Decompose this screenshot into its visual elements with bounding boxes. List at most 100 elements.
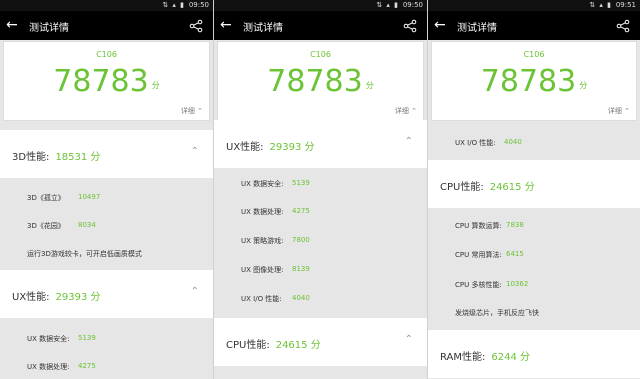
row-label: UX 数据处理: [241,208,284,216]
device-name: C106 [310,50,331,59]
detail-label: 详细 [607,107,622,115]
list-item: CPU 算数运算: 7838 [428,211,640,239]
chevron-up-icon: ⌃ [624,107,630,115]
list-item: 发烧级芯片，手机反应飞快 [428,298,640,326]
section-label: UX性能: [12,292,50,303]
row-value: 5139 [292,179,310,187]
status-time: 09:50 [188,1,209,9]
section-score: 6244 分 [491,352,531,363]
section-label: RAM性能: [440,352,486,363]
list-item: CPU 常用算法: 6415 [428,240,640,268]
chevron-up-icon: ⌃ [411,107,417,115]
pane-1: ⇅ ▴ ▮ 09:50 ← 测试详情 C106 78783 分 详细 ⌃ 3D性能… [0,0,213,379]
row-value: 4040 [292,294,310,302]
section-score: 24615 分 [275,340,321,351]
section-note: 运行3D游戏较卡，可开启低画质模式 [27,250,142,258]
app-bar: ← 测试详情 [214,11,427,40]
row-label: UX 数据安全: [241,180,284,188]
section-label: UX性能: [226,142,264,153]
section-score: 29393 分 [55,292,101,303]
row-value: 10362 [506,280,529,288]
status-icons: ⇅ ▴ ▮ [162,1,185,9]
list-item: UX I/O 性能: 4040 [428,128,640,156]
chevron-up-icon: ⌃ [404,136,413,147]
back-arrow-icon[interactable]: ← [6,17,18,33]
list-item: UX 图像处理: 8139 [214,255,427,283]
score-unit: 分 [365,81,374,90]
chevron-up-icon: ⌃ [190,146,199,157]
section-ram[interactable]: RAM性能: 6244 分 [428,330,640,378]
section-3d[interactable]: 3D性能: 18531 分 ⌃ [0,130,213,178]
row-value: 4040 [504,138,522,146]
status-time: 09:50 [402,1,423,9]
section-ux-label: UX性能: 29393 分 [226,138,315,153]
detail-toggle[interactable]: 详细 ⌃ [181,106,203,116]
screenshot-collage: ⇅ ▴ ▮ 09:50 ← 测试详情 C106 78783 分 详细 ⌃ 3D性能… [0,0,640,379]
row-value: 7838 [506,221,524,229]
section-ram-label: RAM性能: 6244 分 [440,348,530,363]
list-item: 3D《孤立》 10497 [0,183,213,211]
row-value: 4275 [78,362,96,370]
list-item: 3D《花园》 8034 [0,211,213,239]
section-cpu[interactable]: CPU性能: 24615 分 [428,160,640,208]
section-score: 18531 分 [55,152,101,163]
list-item: UX 数据处理: 4275 [0,352,213,379]
back-arrow-icon[interactable]: ← [220,17,232,33]
row-label: UX 策略游戏: [241,237,284,245]
row-label: CPU 算数运算: [455,222,502,230]
row-value: 8139 [292,265,310,273]
row-value: 6415 [506,250,524,258]
row-value: 7800 [292,236,310,244]
total-score-card: C106 78783 分 详细 ⌃ [217,41,424,121]
section-label: CPU性能: [440,182,484,193]
share-icon[interactable] [189,19,203,33]
list-item: UX 策略游戏: 7800 [214,226,427,254]
total-score: 78783 分 [218,64,423,99]
section-cpu[interactable]: CPU性能: 24615 分 ⌃ [214,318,427,366]
section-ux[interactable]: UX性能: 29393 分 ⌃ [0,270,213,318]
detail-toggle[interactable]: 详细 ⌃ [395,106,417,116]
detail-label: 详细 [394,107,409,115]
back-arrow-icon[interactable]: ← [434,17,446,33]
status-bar: ⇅ ▴ ▮ 09:50 [214,0,427,11]
detail-label: 详细 [180,107,195,115]
total-score: 78783 分 [4,64,209,99]
total-score-card: C106 78783 分 详细 ⌃ [3,41,210,121]
row-label: UX I/O 性能: [241,295,282,303]
pane-3: ⇅ ▴ ▮ 09:51 ← 测试详情 C106 78783 分 详细 ⌃ UX I… [427,0,640,379]
row-value: 5139 [78,334,96,342]
row-label: UX I/O 性能: [455,139,496,147]
score-unit: 分 [151,81,160,90]
score-unit: 分 [579,81,588,90]
page-title: 测试详情 [243,23,283,34]
pane-2: ⇅ ▴ ▮ 09:50 ← 测试详情 C106 78783 分 详细 ⌃ UX性能… [213,0,427,379]
status-bar: ⇅ ▴ ▮ 09:50 [0,0,213,11]
row-label: CPU 多核性能: [455,281,502,289]
total-score-value: 78783 [53,64,149,99]
section-3d-label: 3D性能: 18531 分 [12,148,100,163]
row-value: 4275 [292,207,310,215]
status-icons: ⇅ ▴ ▮ [589,1,612,9]
section-cpu-label: CPU性能: 24615 分 [440,178,535,193]
chevron-up-icon: ⌃ [404,334,413,345]
status-icons: ⇅ ▴ ▮ [376,1,399,9]
row-label: 3D《孤立》 [27,194,65,202]
status-time: 09:51 [615,1,636,9]
detail-toggle[interactable]: 详细 ⌃ [608,106,630,116]
list-item: CPU 多核性能: 10362 [428,270,640,298]
share-icon[interactable] [403,19,417,33]
total-score-value: 78783 [480,64,577,99]
section-ux[interactable]: UX性能: 29393 分 ⌃ [214,120,427,168]
section-score: 29393 分 [269,142,315,153]
total-score: 78783 分 [432,64,636,99]
app-bar: ← 测试详情 [428,11,640,40]
section-score: 24615 分 [489,182,535,193]
list-item: UX 数据处理: 4275 [214,197,427,225]
share-icon[interactable] [616,19,630,33]
chevron-up-icon: ⌃ [197,107,203,115]
device-name: C106 [523,50,545,59]
section-note: 发烧级芯片，手机反应飞快 [455,309,539,317]
list-item: UX 数据安全: 5139 [0,324,213,352]
row-label: 3D《花园》 [27,222,65,230]
page-title: 测试详情 [457,23,497,34]
